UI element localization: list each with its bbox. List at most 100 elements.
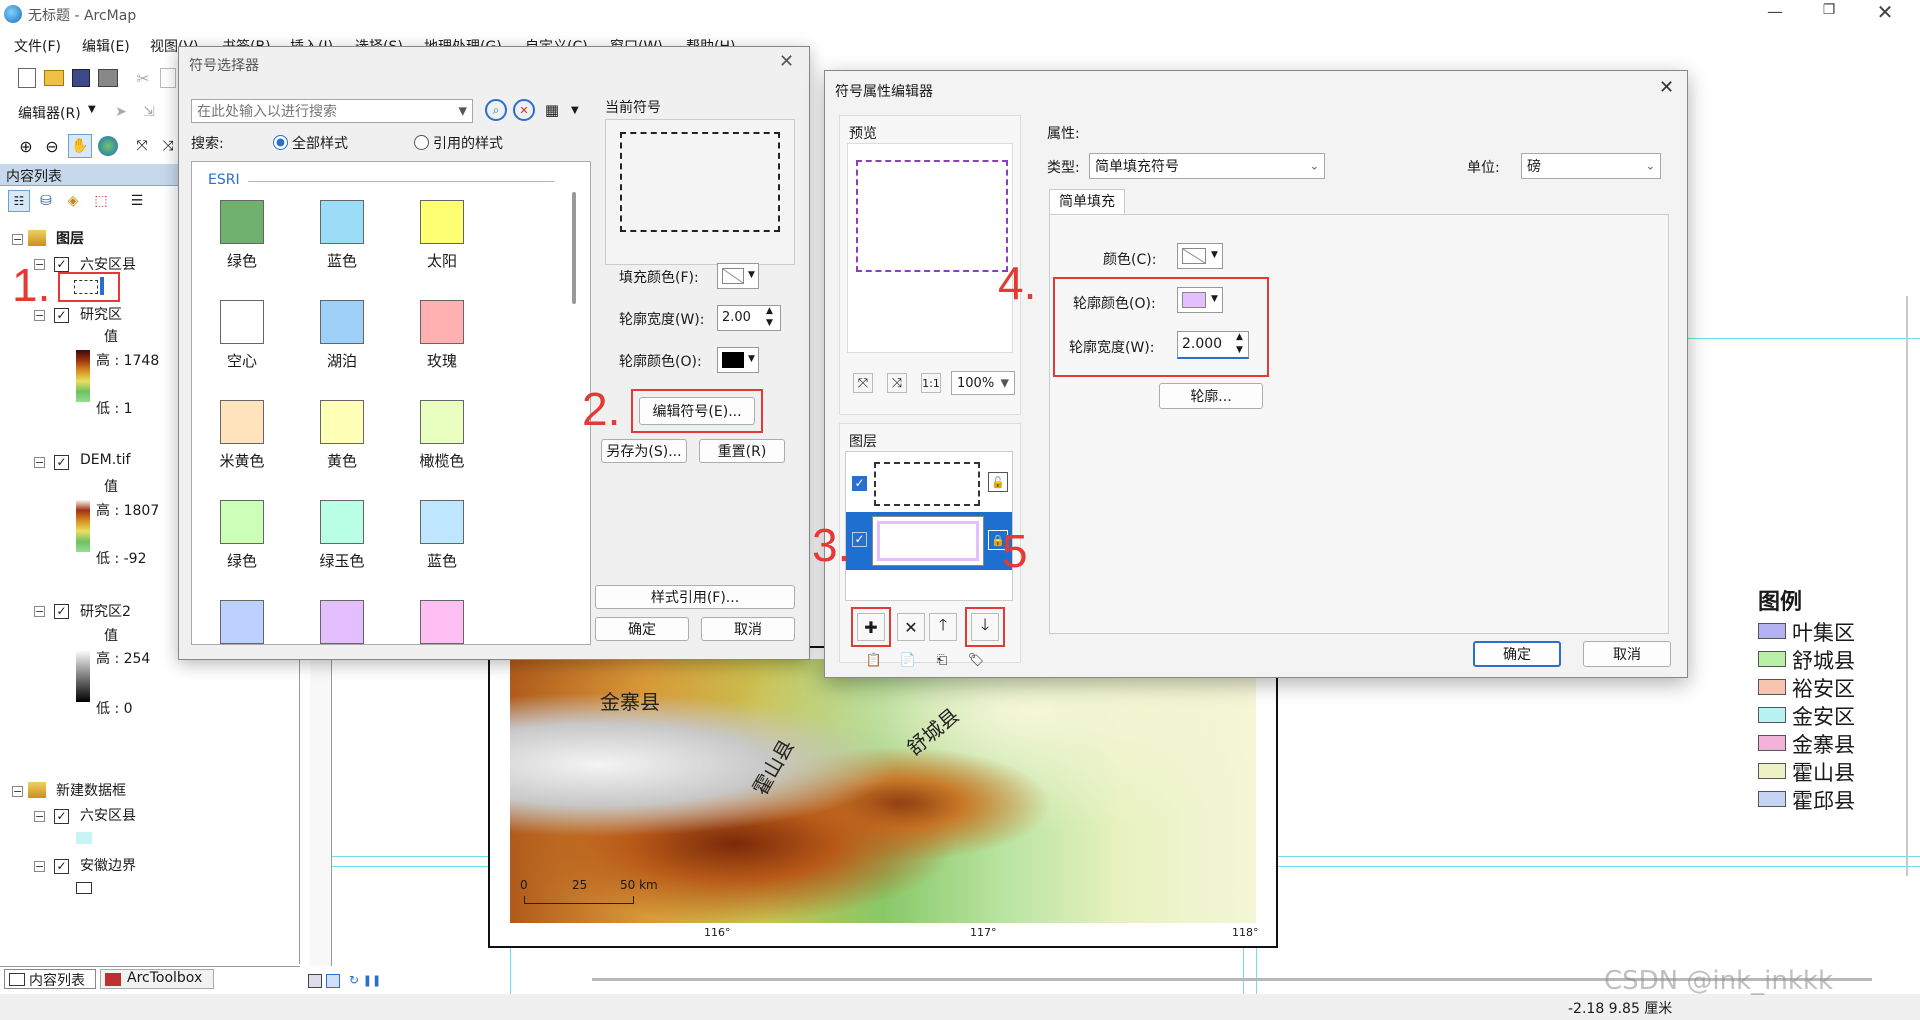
expand-study2-icon[interactable]: −	[34, 606, 45, 617]
fill-color-dropdown-icon[interactable]: ▼	[1211, 250, 1218, 260]
swatch-yellow[interactable]	[320, 400, 364, 444]
close-window-button[interactable]: ✕	[1870, 0, 1900, 26]
save-icon[interactable]	[72, 69, 90, 87]
study-layer-label[interactable]: 研究区	[80, 304, 122, 324]
layer-row-fill-selected[interactable]: ✓ 🔒	[846, 512, 1012, 570]
swatch-blue[interactable]	[320, 200, 364, 244]
swatch-hollow[interactable]	[220, 300, 264, 344]
minimize-button[interactable]: —	[1760, 2, 1790, 26]
liuan2-symbol-patch[interactable]	[76, 832, 92, 844]
open-folder-icon[interactable]	[44, 70, 64, 86]
menu-file[interactable]: 文件(F)	[14, 36, 61, 56]
anhui-layer-label[interactable]: 安徽边界	[80, 855, 136, 875]
outline-button[interactable]: 轮廓...	[1159, 383, 1263, 409]
clear-search-icon[interactable]: ✕	[513, 99, 535, 121]
simple-fill-tab[interactable]: 简单填充	[1049, 189, 1125, 215]
symbol-selector-close-button[interactable]: ✕	[779, 51, 794, 72]
gallery-scrollbar[interactable]	[572, 192, 576, 304]
paste-layer-icon[interactable]: 📄	[899, 651, 917, 669]
swatch-periwinkle[interactable]	[220, 600, 264, 644]
swatch-green-light[interactable]	[220, 500, 264, 544]
all-styles-label[interactable]: 全部样式	[292, 133, 348, 153]
list-by-visibility-icon[interactable]: ◈	[62, 190, 84, 212]
outline-width-value[interactable]: 2.00	[722, 310, 751, 325]
layout-view-icon[interactable]	[326, 974, 340, 988]
layer-row-outline[interactable]: ✓ 🔓	[846, 458, 1012, 510]
swatch-blue-light[interactable]	[420, 500, 464, 544]
fill-color-dropdown-icon[interactable]: ▼	[748, 270, 755, 280]
all-styles-radio[interactable]	[273, 135, 288, 150]
swatch-lake[interactable]	[320, 300, 364, 344]
swatch-lilac[interactable]	[320, 600, 364, 644]
expand-dem-icon[interactable]: −	[34, 457, 45, 468]
menu-edit[interactable]: 编辑(E)	[82, 36, 130, 56]
zoom-in-preview-icon[interactable]: ⤧	[853, 373, 873, 393]
search-icon[interactable]: ⌕	[485, 99, 507, 121]
symbol-gallery[interactable]: ESRI 绿色 蓝色 太阳 空心 湖泊 玫瑰 米黄色 黄色 橄榄色 绿色 绿玉色…	[191, 161, 591, 645]
liuan-layer-label[interactable]: 六安区县	[80, 254, 136, 274]
zoom-dropdown-icon[interactable]: ▼	[1001, 377, 1009, 390]
copy-layer-icon[interactable]: 📋	[865, 651, 883, 669]
unit-dropdown-icon[interactable]: ⌄	[1646, 160, 1655, 173]
layer-tag-icon[interactable]: 🏷	[967, 651, 985, 669]
move-layer-up-button[interactable]: 🡑	[929, 613, 957, 641]
ref-styles-radio[interactable]	[414, 135, 429, 150]
editor-dropdown-icon[interactable]: ▼	[88, 104, 96, 115]
symbol-type-dropdown-icon[interactable]: ⌄	[1310, 160, 1319, 173]
pan-hand-icon[interactable]: ✋	[68, 134, 92, 158]
property-editor-cancel-button[interactable]: 取消	[1583, 641, 1671, 667]
study-visibility-checkbox[interactable]: ✓	[54, 308, 69, 323]
list-by-source-icon[interactable]: ⛁	[36, 190, 56, 212]
edit-tool-icon[interactable]: ➤	[112, 102, 130, 122]
save-as-button[interactable]: 另存为(S)...	[601, 439, 687, 463]
layer-outline-checkbox[interactable]: ✓	[852, 476, 867, 491]
fill-color-picker[interactable]: ▼	[1177, 243, 1223, 269]
refresh-icon[interactable]: ↻	[346, 972, 362, 988]
view-options-icon[interactable]: ▦	[541, 99, 563, 121]
copy-icon[interactable]	[160, 68, 176, 88]
symbol-selector-cancel-button[interactable]: 取消	[701, 617, 795, 641]
symbol-selector-ok-button[interactable]: 确定	[595, 617, 689, 641]
swatch-beige[interactable]	[220, 400, 264, 444]
list-by-drawing-order-icon[interactable]: ☷	[8, 190, 30, 212]
fill-color-picker[interactable]: ▼	[717, 263, 759, 289]
symbol-type-select[interactable]: 简单填充符号 ⌄	[1089, 153, 1325, 179]
reset-layer-icon[interactable]: ⎗	[933, 651, 951, 669]
cut-icon[interactable]: ✂	[134, 68, 152, 88]
property-editor-close-button[interactable]: ✕	[1659, 77, 1674, 98]
dem-visibility-checkbox[interactable]: ✓	[54, 455, 69, 470]
study2-visibility-checkbox[interactable]: ✓	[54, 604, 69, 619]
layer-fill-checkbox[interactable]: ✓	[852, 532, 867, 547]
view-options-dropdown-icon[interactable]: ▼	[571, 105, 579, 116]
unit-select[interactable]: 磅 ⌄	[1521, 153, 1661, 179]
swatch-green[interactable]	[220, 200, 264, 244]
liuan2-layer-label[interactable]: 六安区县	[80, 805, 136, 825]
zoom-in-icon[interactable]: ⊕	[16, 136, 36, 156]
spin-down-icon[interactable]: ▼	[766, 318, 773, 328]
style-references-button[interactable]: 样式引用(F)...	[595, 585, 795, 609]
actual-size-icon[interactable]: 1:1	[921, 373, 941, 393]
swatch-rose[interactable]	[420, 300, 464, 344]
study2-layer-label[interactable]: 研究区2	[80, 601, 131, 621]
liuan-visibility-checkbox[interactable]: ✓	[54, 257, 69, 272]
swatch-pink[interactable]	[420, 600, 464, 644]
remove-layer-button[interactable]: ✕	[897, 613, 925, 641]
expand-layers-icon[interactable]: −	[12, 234, 23, 245]
symbol-layers-list[interactable]: ✓ 🔓 ✓ 🔒	[845, 451, 1013, 601]
expand-anhui-icon[interactable]: −	[34, 861, 45, 872]
zoom-out-preview-icon[interactable]: ⤨	[887, 373, 907, 393]
reset-button[interactable]: 重置(R)	[699, 439, 785, 463]
dem-layer-label[interactable]: DEM.tif	[80, 452, 130, 468]
sketch-tool-icon[interactable]: ⇲	[140, 102, 158, 122]
data-view-icon[interactable]	[308, 974, 322, 988]
symbol-search-input[interactable]: 在此处输入以进行搜索 ▼	[191, 99, 473, 123]
expand-study-icon[interactable]: −	[34, 310, 45, 321]
list-by-selection-icon[interactable]: ⬚	[90, 190, 112, 212]
outline-color-picker[interactable]: ▼	[717, 347, 759, 373]
full-extent-globe-icon[interactable]	[98, 136, 118, 156]
anhui-symbol-patch[interactable]	[76, 882, 92, 894]
spin-up-icon[interactable]: ▲	[766, 306, 773, 316]
expand-new-frame-icon[interactable]: −	[12, 786, 23, 797]
new-frame-label[interactable]: 新建数据框	[56, 780, 126, 800]
ref-styles-label[interactable]: 引用的样式	[433, 133, 503, 153]
